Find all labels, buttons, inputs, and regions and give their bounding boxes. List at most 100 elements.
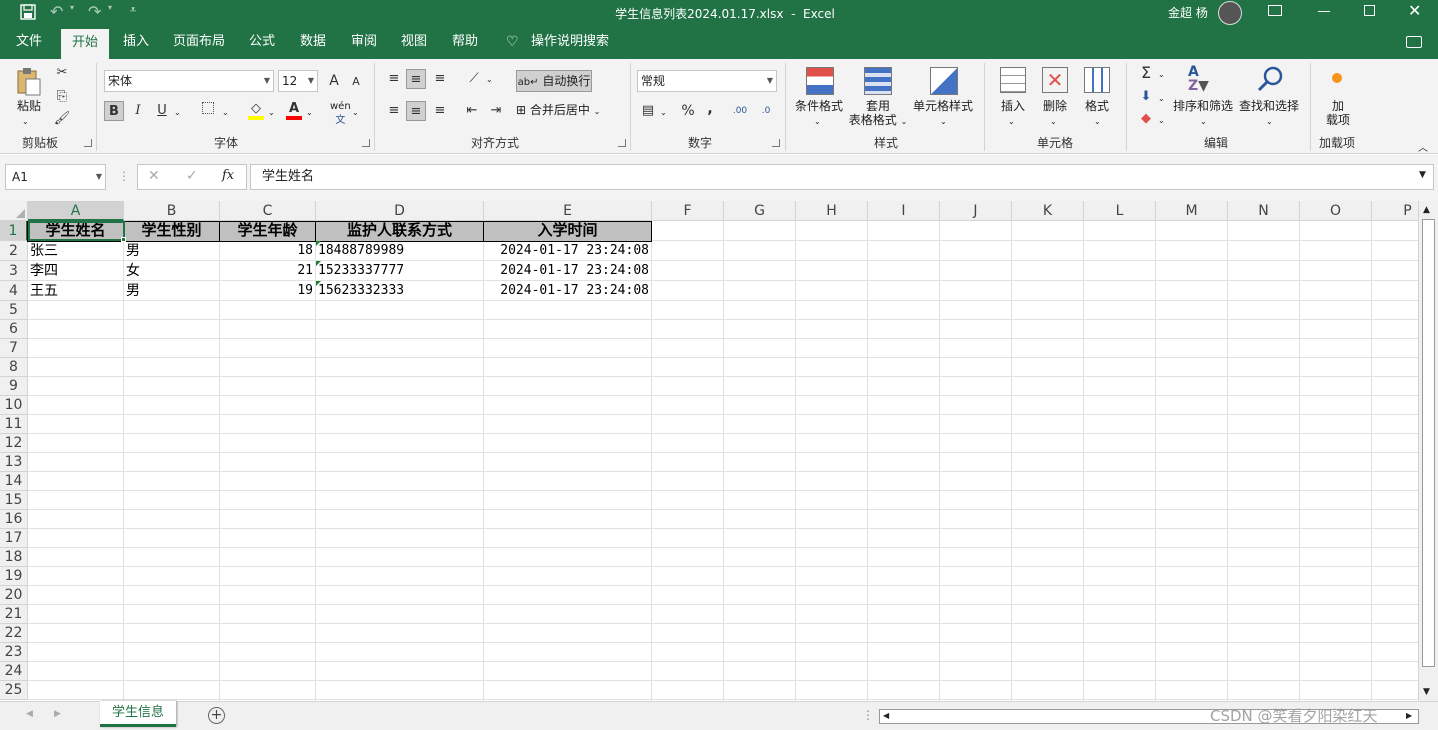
underline-button[interactable]: U bbox=[152, 101, 172, 121]
paste-dropdown-icon[interactable]: ⌄ bbox=[22, 115, 29, 129]
tab-help[interactable]: 帮助 bbox=[445, 25, 485, 59]
more-options-icon[interactable]: ⋮ bbox=[118, 169, 130, 183]
scroll-up-icon[interactable]: ▲ bbox=[1423, 205, 1430, 215]
font-launcher-icon[interactable] bbox=[362, 139, 370, 147]
chevron-down-icon[interactable]: ⌄ bbox=[352, 106, 359, 120]
column-header-f[interactable]: F bbox=[652, 201, 724, 221]
avatar[interactable] bbox=[1218, 1, 1242, 25]
find-select-button[interactable]: 查找和选择 bbox=[1238, 99, 1300, 113]
number-launcher-icon[interactable] bbox=[772, 139, 780, 147]
scroll-thumb[interactable] bbox=[1422, 219, 1435, 667]
chevron-down-icon[interactable]: ⌄ bbox=[1050, 115, 1057, 129]
orientation-icon[interactable]: ⟋ bbox=[464, 69, 484, 89]
align-middle-icon[interactable]: ≡ bbox=[406, 69, 426, 89]
cell-e4[interactable]: 2024-01-17 23:24:08 bbox=[486, 281, 649, 301]
phonetic-icon[interactable]: wén 文 bbox=[330, 100, 351, 128]
undo-icon[interactable]: ↶ bbox=[50, 2, 63, 21]
tab-home[interactable]: 开始 bbox=[61, 29, 109, 59]
cell-c2[interactable]: 18 bbox=[222, 241, 313, 261]
conditional-formatting-button[interactable]: 条件格式 bbox=[792, 99, 846, 113]
column-header-n[interactable]: N bbox=[1228, 201, 1300, 221]
chevron-down-icon[interactable]: ⌄ bbox=[1158, 68, 1165, 82]
row-header-17[interactable]: 17 bbox=[0, 529, 28, 548]
column-header-d[interactable]: D bbox=[316, 201, 484, 221]
chevron-down-icon[interactable]: ⌄ bbox=[660, 106, 667, 120]
tab-review[interactable]: 审阅 bbox=[344, 25, 384, 59]
fill-handle[interactable] bbox=[121, 237, 126, 242]
row-header-6[interactable]: 6 bbox=[0, 320, 28, 339]
cell-d3[interactable]: 15233337777 bbox=[318, 261, 481, 281]
name-box[interactable]: A1 ▼ bbox=[5, 164, 106, 190]
row-header-23[interactable]: 23 bbox=[0, 643, 28, 662]
tab-file[interactable]: 文件 bbox=[8, 25, 50, 59]
cell-d4[interactable]: 15623332333 bbox=[318, 281, 481, 301]
redo-icon[interactable]: ↷ bbox=[88, 2, 101, 21]
close-icon[interactable]: ✕ bbox=[1408, 1, 1421, 20]
comments-icon[interactable] bbox=[1406, 36, 1422, 48]
tab-data[interactable]: 数据 bbox=[293, 25, 333, 59]
column-header-l[interactable]: L bbox=[1084, 201, 1156, 221]
cell-e2[interactable]: 2024-01-17 23:24:08 bbox=[486, 241, 649, 261]
font-color-icon[interactable]: A bbox=[284, 99, 304, 120]
format-painter-icon[interactable]: 🖌 bbox=[52, 109, 72, 129]
align-top-icon[interactable]: ≡ bbox=[384, 69, 404, 89]
column-header-e[interactable]: E bbox=[484, 201, 652, 221]
number-format-select[interactable]: 常规 ▼ bbox=[637, 70, 777, 92]
chevron-down-icon[interactable]: ⌄ bbox=[1158, 114, 1165, 128]
row-header-10[interactable]: 10 bbox=[0, 396, 28, 415]
cell-e3[interactable]: 2024-01-17 23:24:08 bbox=[486, 261, 649, 281]
chevron-down-icon[interactable]: ⌄ bbox=[814, 115, 821, 129]
wrap-text-button[interactable]: ab↵ 自动换行 bbox=[516, 70, 592, 92]
row-header-3[interactable]: 3 bbox=[0, 261, 28, 281]
italic-button[interactable]: I bbox=[128, 101, 148, 121]
merge-center-button[interactable]: ⊞ 合并后居中 ⌄ bbox=[516, 103, 620, 119]
cell-d2[interactable]: 18488789989 bbox=[318, 241, 481, 261]
tab-split-icon[interactable]: ⋮ bbox=[862, 708, 874, 722]
chevron-down-icon[interactable]: ⌄ bbox=[174, 106, 181, 120]
bold-button[interactable]: B bbox=[104, 101, 124, 121]
alignment-launcher-icon[interactable] bbox=[618, 139, 626, 147]
row-header-16[interactable]: 16 bbox=[0, 510, 28, 529]
column-header-a[interactable]: A bbox=[28, 201, 124, 221]
chevron-down-icon[interactable]: ⌄ bbox=[1200, 115, 1207, 129]
column-header-o[interactable]: O bbox=[1300, 201, 1372, 221]
accounting-format-icon[interactable]: ▤ bbox=[638, 101, 658, 121]
tab-view[interactable]: 视图 bbox=[394, 25, 434, 59]
align-right-icon[interactable]: ≡ bbox=[430, 101, 450, 121]
row-header-22[interactable]: 22 bbox=[0, 624, 28, 643]
format-as-table-button[interactable]: 套用 表格格式 ⌄ bbox=[846, 99, 910, 129]
header-cell-e1[interactable]: 入学时间 bbox=[483, 221, 652, 242]
column-header-i[interactable]: I bbox=[868, 201, 940, 221]
cancel-icon[interactable]: ✕ bbox=[148, 168, 160, 184]
paste-icon[interactable] bbox=[16, 67, 42, 97]
row-header-2[interactable]: 2 bbox=[0, 241, 28, 261]
align-left-icon[interactable]: ≡ bbox=[384, 101, 404, 121]
clipboard-launcher-icon[interactable] bbox=[84, 139, 92, 147]
chevron-down-icon[interactable]: ⌄ bbox=[268, 106, 275, 120]
row-header-21[interactable]: 21 bbox=[0, 605, 28, 624]
undo-dropdown-icon[interactable]: ▾ bbox=[70, 3, 74, 12]
shrink-font-icon[interactable]: A bbox=[346, 72, 366, 92]
scroll-left-icon[interactable]: ◀ bbox=[883, 711, 889, 720]
sort-filter-button[interactable]: 排序和筛选 bbox=[1172, 99, 1234, 113]
column-header-g[interactable]: G bbox=[724, 201, 796, 221]
paste-button[interactable]: 粘贴 bbox=[14, 99, 44, 113]
percent-button[interactable]: % bbox=[678, 101, 698, 121]
cut-icon[interactable]: ✂ bbox=[52, 63, 72, 83]
header-cell-b1[interactable]: 学生性别 bbox=[123, 221, 220, 242]
row-header-15[interactable]: 15 bbox=[0, 491, 28, 510]
tab-insert[interactable]: 插入 bbox=[116, 25, 156, 59]
tab-page-layout[interactable]: 页面布局 bbox=[166, 25, 232, 59]
row-header-4[interactable]: 4 bbox=[0, 281, 28, 301]
comma-button[interactable]: , bbox=[700, 99, 720, 119]
insert-function-icon[interactable]: fx bbox=[222, 168, 234, 183]
grow-font-icon[interactable]: A bbox=[324, 71, 344, 91]
clear-icon[interactable]: ◆ bbox=[1136, 109, 1156, 129]
column-header-m[interactable]: M bbox=[1156, 201, 1228, 221]
column-header-c[interactable]: C bbox=[220, 201, 316, 221]
row-header-5[interactable]: 5 bbox=[0, 301, 28, 320]
save-icon[interactable] bbox=[20, 4, 36, 20]
vertical-scrollbar[interactable]: ▲ ▼ bbox=[1418, 201, 1438, 701]
next-sheet-icon[interactable]: ▶ bbox=[54, 709, 61, 719]
decrease-indent-icon[interactable]: ⇤ bbox=[462, 101, 482, 121]
